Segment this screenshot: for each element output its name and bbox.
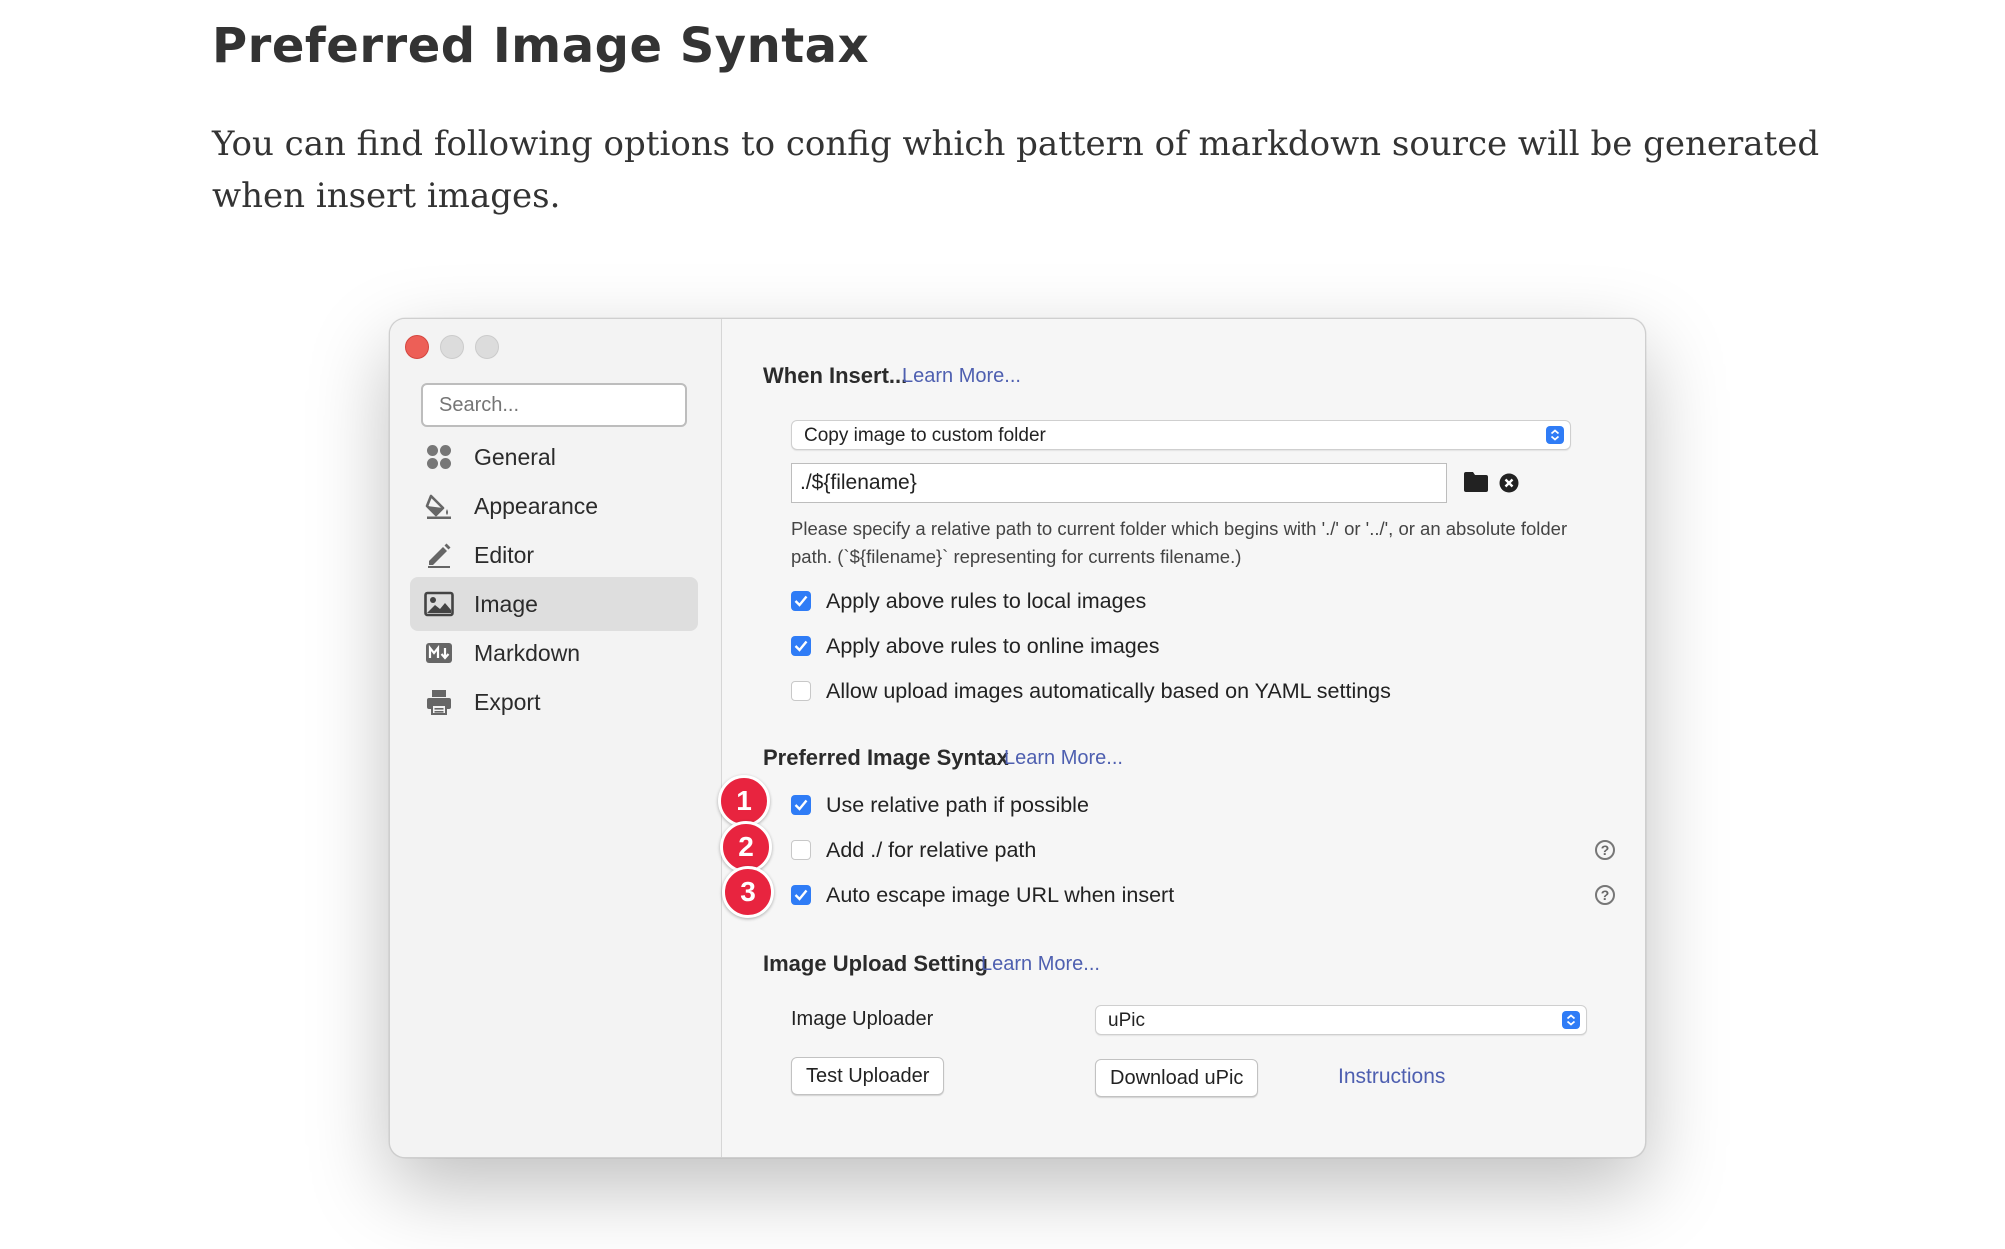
- custom-folder-path-input[interactable]: [791, 463, 1447, 503]
- image-icon: [424, 589, 454, 619]
- sidebar-item-markdown[interactable]: Markdown: [410, 626, 698, 680]
- doc-title: Preferred Image Syntax: [212, 18, 870, 74]
- apply-local-images-checkbox[interactable]: [791, 591, 811, 611]
- add-dot-slash-option[interactable]: Add ./ for relative path: [791, 836, 1036, 864]
- path-hint-text: Please specify a relative path to curren…: [791, 518, 1568, 567]
- sidebar-item-editor[interactable]: Editor: [410, 528, 698, 582]
- sidebar-item-label: General: [474, 443, 556, 470]
- instructions-link[interactable]: Instructions: [1338, 1065, 1445, 1089]
- grid-icon: [424, 442, 454, 472]
- allow-upload-yaml-option[interactable]: Allow upload images automatically based …: [791, 677, 1391, 705]
- relative-path-option[interactable]: Use relative path if possible: [791, 791, 1089, 819]
- syntax-heading: Preferred Image Syntax: [763, 745, 1009, 770]
- option-label: Add ./ for relative path: [826, 837, 1037, 862]
- upload-learn-more-link[interactable]: Learn More...: [981, 953, 1100, 976]
- chevron-updown-icon: [1562, 1011, 1580, 1029]
- search-input[interactable]: [421, 383, 687, 427]
- paint-bucket-icon: [424, 491, 454, 521]
- close-window-button[interactable]: [405, 335, 429, 359]
- folder-icon[interactable]: [1463, 471, 1489, 498]
- insert-action-value: Copy image to custom folder: [804, 425, 1046, 446]
- auto-escape-url-checkbox[interactable]: [791, 885, 811, 905]
- when-insert-learn-more-link[interactable]: Learn More...: [902, 365, 1021, 388]
- download-upic-button[interactable]: Download uPic: [1095, 1059, 1259, 1097]
- syntax-learn-more-link[interactable]: Learn More...: [1004, 747, 1123, 770]
- upload-heading: Image Upload Setting: [763, 951, 988, 976]
- sidebar-item-label: Image: [474, 590, 538, 617]
- doc-paragraph: You can find following options to config…: [212, 124, 1820, 216]
- image-uploader-value: uPic: [1108, 1010, 1145, 1031]
- test-uploader-button[interactable]: Test Uploader: [791, 1057, 945, 1095]
- sidebar-item-appearance[interactable]: Appearance: [410, 479, 698, 533]
- zoom-window-button[interactable]: [475, 335, 499, 359]
- when-insert-heading: When Insert...: [763, 363, 908, 388]
- preferences-window: General Appearance Editor Image Markdown: [389, 318, 1646, 1158]
- sidebar-item-export[interactable]: Export: [410, 675, 698, 729]
- printer-icon: [424, 687, 454, 717]
- insert-action-select[interactable]: Copy image to custom folder: [791, 420, 1571, 450]
- sidebar-item-label: Editor: [474, 541, 535, 568]
- sidebar-item-general[interactable]: General: [410, 430, 698, 484]
- apply-online-images-checkbox[interactable]: [791, 636, 811, 656]
- option-label: Apply above rules to local images: [826, 588, 1147, 613]
- help-icon[interactable]: ?: [1595, 840, 1615, 860]
- image-uploader-label: Image Uploader: [791, 1008, 934, 1030]
- help-icon[interactable]: ?: [1595, 885, 1615, 905]
- minimize-window-button[interactable]: [440, 335, 464, 359]
- callout-badge-1: 1: [718, 775, 770, 827]
- option-label: Allow upload images automatically based …: [826, 678, 1391, 703]
- option-label: Auto escape image URL when insert: [826, 882, 1175, 907]
- settings-pane: When Insert... Learn More... Copy image …: [718, 319, 1645, 1157]
- sidebar-item-label: Appearance: [474, 492, 599, 519]
- apply-online-images-option[interactable]: Apply above rules to online images: [791, 632, 1159, 660]
- pencil-icon: [424, 540, 454, 570]
- sidebar: General Appearance Editor Image Markdown: [390, 319, 722, 1157]
- add-dot-slash-checkbox[interactable]: [791, 840, 811, 860]
- clear-path-icon[interactable]: [1499, 473, 1519, 498]
- markdown-icon: [424, 638, 454, 668]
- sidebar-item-label: Markdown: [474, 639, 581, 666]
- chevron-updown-icon: [1546, 426, 1564, 444]
- image-uploader-select[interactable]: uPic: [1095, 1005, 1587, 1035]
- sidebar-item-label: Export: [474, 688, 541, 715]
- allow-upload-yaml-checkbox[interactable]: [791, 681, 811, 701]
- option-label: Use relative path if possible: [826, 792, 1089, 817]
- relative-path-checkbox[interactable]: [791, 795, 811, 815]
- option-label: Apply above rules to online images: [826, 633, 1160, 658]
- apply-local-images-option[interactable]: Apply above rules to local images: [791, 587, 1146, 615]
- auto-escape-url-option[interactable]: Auto escape image URL when insert: [791, 881, 1174, 909]
- sidebar-item-image[interactable]: Image: [410, 577, 698, 631]
- callout-badge-3: 3: [722, 866, 774, 918]
